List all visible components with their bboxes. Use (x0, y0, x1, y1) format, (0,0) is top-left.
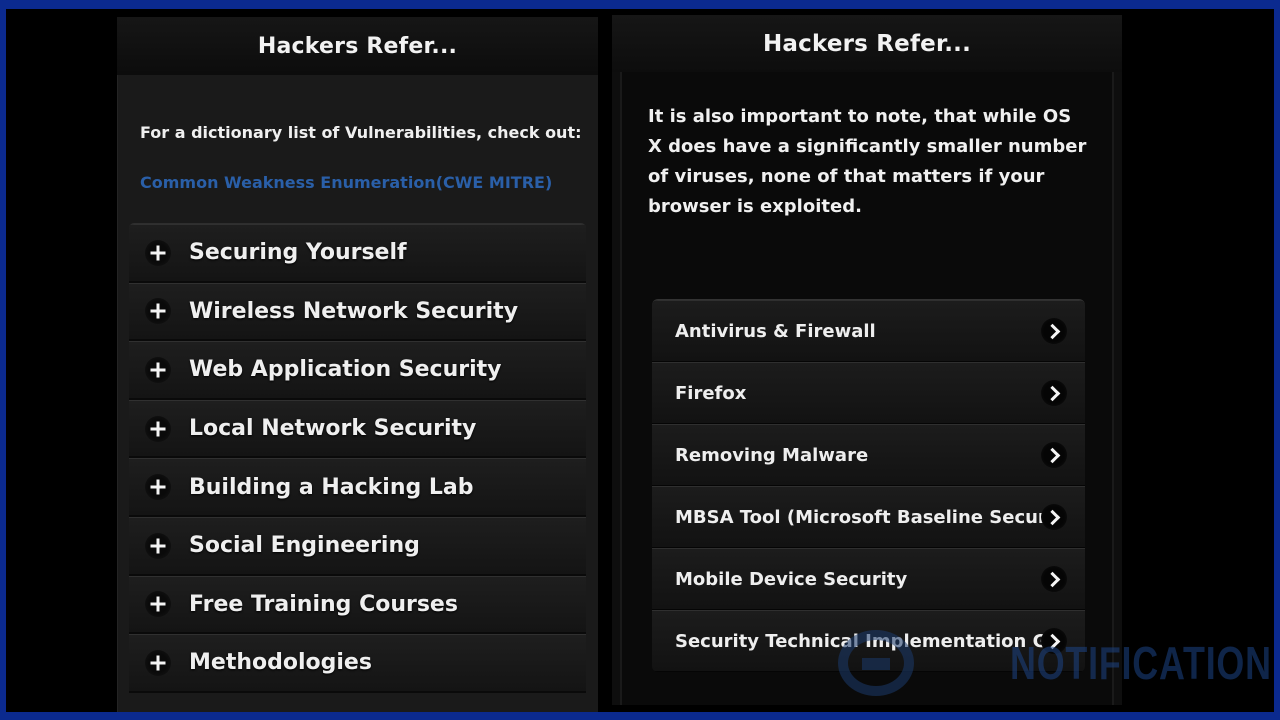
accordion-item-methodologies[interactable]: Methodologies (129, 634, 586, 693)
accordion-item-label: Local Network Security (189, 416, 477, 442)
accordion-item-label: Methodologies (189, 650, 372, 676)
chevron-right-icon (1041, 318, 1067, 344)
topic-nav-list: Antivirus & Firewall Firefox Removing Ma… (652, 299, 1085, 672)
right-title-bar: Hackers Refer... (612, 15, 1122, 72)
cwe-mitre-link[interactable]: Common Weakness Enumeration(CWE MITRE) (140, 173, 552, 192)
plus-icon (145, 649, 171, 676)
accordion-item-building-a-hacking-lab[interactable]: Building a Hacking Lab (129, 458, 586, 517)
category-accordion: Securing Yourself Wireless Network Secur… (129, 223, 586, 693)
nav-item-firefox[interactable]: Firefox (652, 362, 1085, 424)
accordion-item-securing-yourself[interactable]: Securing Yourself (129, 224, 586, 283)
chevron-right-icon (1041, 504, 1067, 530)
plus-icon (145, 239, 171, 266)
nav-item-mobile-device-security[interactable]: Mobile Device Security (652, 548, 1085, 610)
left-app-screen: Hackers Refer... For a dictionary list o… (117, 17, 598, 712)
chevron-right-icon (1041, 566, 1067, 592)
accordion-item-label: Securing Yourself (189, 240, 407, 266)
nav-item-removing-malware[interactable]: Removing Malware (652, 424, 1085, 486)
chevron-right-icon (1041, 380, 1067, 406)
accordion-item-local-network-security[interactable]: Local Network Security (129, 399, 586, 459)
accordion-item-web-application-security[interactable]: Web Application Security (129, 341, 586, 400)
accordion-item-label: Social Engineering (189, 533, 420, 559)
nav-item-label: Removing Malware (675, 444, 869, 466)
plus-icon (145, 532, 171, 559)
plus-icon (145, 298, 171, 325)
nav-item-label: MBSA Tool (Microsoft Baseline Securit... (675, 506, 1045, 528)
right-app-screen: Hackers Refer... It is also important to… (612, 15, 1122, 705)
os-x-note-text: It is also important to note, that while… (648, 106, 1087, 217)
nav-item-label: Firefox (675, 382, 747, 404)
accordion-item-label: Building a Hacking Lab (189, 474, 474, 500)
nav-item-security-technical-implementation[interactable]: Security Technical Implementation G... (652, 610, 1085, 672)
chevron-right-icon (1041, 442, 1067, 468)
nav-item-mbsa-tool[interactable]: MBSA Tool (Microsoft Baseline Securit... (652, 486, 1085, 548)
accordion-item-wireless-network-security[interactable]: Wireless Network Security (129, 282, 586, 342)
accordion-item-social-engineering[interactable]: Social Engineering (129, 516, 586, 576)
nav-item-antivirus-firewall[interactable]: Antivirus & Firewall (652, 300, 1085, 362)
left-page-title: Hackers Refer... (257, 33, 458, 59)
accordion-item-label: Web Application Security (189, 357, 502, 383)
nav-item-label: Antivirus & Firewall (675, 320, 876, 342)
left-title-bar: Hackers Refer... (117, 17, 598, 75)
accordion-item-free-training-courses[interactable]: Free Training Courses (129, 575, 586, 635)
right-page-title: Hackers Refer... (762, 30, 972, 57)
plus-icon (145, 591, 171, 618)
plus-icon (145, 415, 171, 442)
nav-item-label: Mobile Device Security (675, 568, 908, 590)
intro-text: For a dictionary list of Vulnerabilities… (140, 123, 582, 142)
left-content: For a dictionary list of Vulnerabilities… (117, 75, 598, 712)
accordion-item-label: Wireless Network Security (189, 298, 519, 324)
accordion-item-label: Free Training Courses (189, 591, 458, 617)
right-content: It is also important to note, that while… (620, 72, 1114, 705)
chevron-right-icon (1041, 628, 1067, 654)
nav-item-label: Security Technical Implementation G... (675, 630, 1045, 652)
plus-icon (145, 474, 171, 501)
plus-icon (145, 356, 171, 383)
